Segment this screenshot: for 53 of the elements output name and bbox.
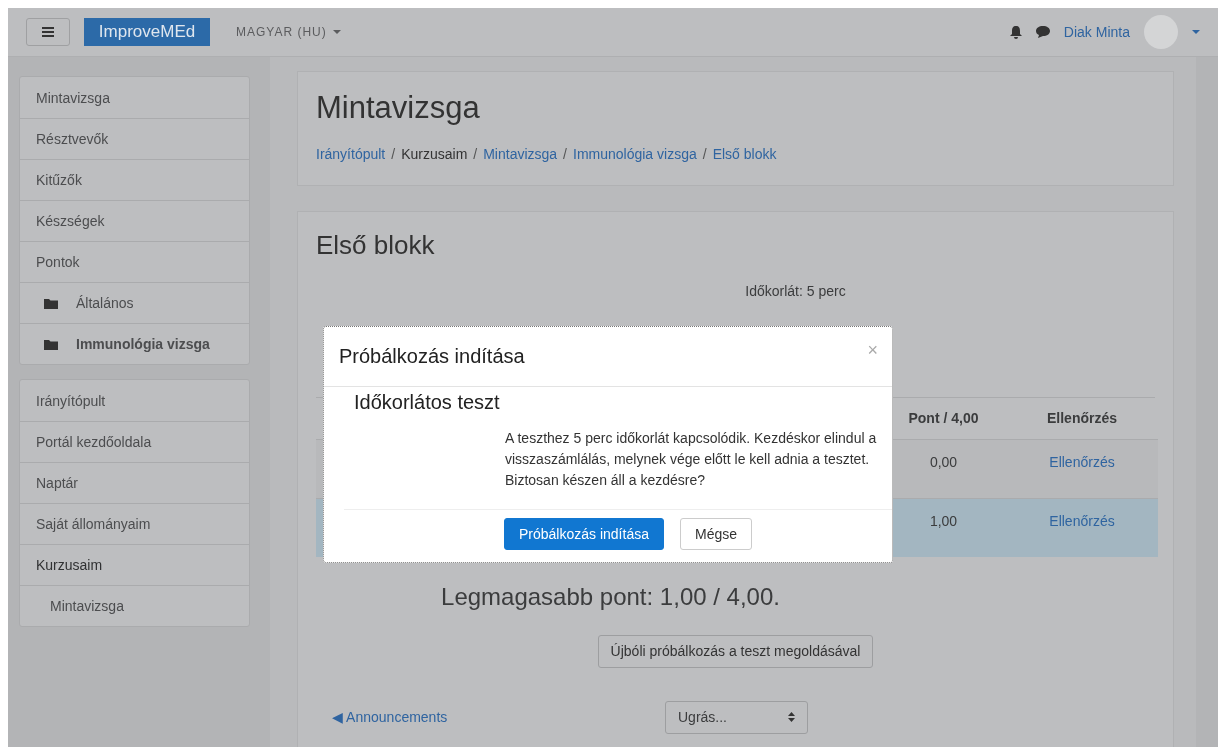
sidebar-item[interactable]: Pontok bbox=[20, 241, 249, 282]
folder-icon bbox=[44, 338, 58, 350]
language-menu[interactable]: MAGYAR (HU) bbox=[236, 25, 341, 39]
breadcrumb-separator: / bbox=[391, 146, 396, 162]
review-link[interactable]: Ellenőrzés bbox=[1006, 497, 1158, 557]
sidebar-item[interactable]: Irányítópult bbox=[20, 380, 249, 421]
column-header: Ellenőrzés bbox=[1046, 409, 1118, 429]
bell-icon[interactable] bbox=[1009, 25, 1022, 39]
menu-icon bbox=[42, 27, 54, 37]
start-button[interactable]: Próbálkozás indítása bbox=[504, 518, 664, 550]
user-name[interactable]: Diak Minta bbox=[1063, 24, 1130, 40]
cancel-button[interactable]: Mégse bbox=[679, 518, 752, 550]
sidebar-item[interactable]: Kitűzők bbox=[20, 159, 249, 200]
folder-icon bbox=[44, 297, 58, 309]
caret-icon[interactable] bbox=[1192, 30, 1200, 34]
sidebar-item[interactable]: Immunológia vizsga bbox=[20, 323, 249, 364]
reattempt-button[interactable]: Újbóli próbálkozás a teszt megoldásával bbox=[597, 634, 874, 668]
quiz-title: Első blokk bbox=[316, 229, 436, 261]
previous-link[interactable]: ◀ Announcements bbox=[332, 709, 665, 726]
jump-select[interactable]: Ugrás... bbox=[665, 700, 808, 734]
brand-logo[interactable]: ImproveMEd bbox=[84, 18, 210, 46]
sort-arrows-icon bbox=[788, 712, 795, 723]
breadcrumb-item[interactable]: Immunológia vizsga bbox=[573, 146, 697, 162]
sidebar-item[interactable]: Portál kezdőoldala bbox=[20, 421, 249, 462]
breadcrumb-separator: / bbox=[473, 146, 478, 162]
sidebar-item[interactable]: Készségek bbox=[20, 200, 249, 241]
modal-title: Próbálkozás indítása bbox=[339, 345, 525, 368]
modal-message: A teszthez 5 perc időkorlát kapcsolódik. Kezdéskor elindul a visszaszámlálás, melynek vége előtt le kell adnia a tesztet. Biztosan készen áll a kezdésre? bbox=[505, 429, 878, 490]
column-header: Pont / 4,00 bbox=[907, 409, 980, 429]
best-grade: Legmagasabb pont: 1,00 / 4,00. bbox=[440, 582, 781, 611]
breadcrumb-item: Kurzusaim bbox=[401, 146, 468, 162]
sidebar-item[interactable]: Mintavizsga bbox=[20, 77, 249, 118]
sidebar-item[interactable]: Résztvevők bbox=[20, 118, 249, 159]
sidebar-item-label: Immunológia vizsga bbox=[76, 336, 210, 352]
page-title: Mintavizsga bbox=[316, 90, 481, 126]
close-button[interactable]: × bbox=[867, 340, 878, 361]
sidebar-item[interactable]: Saját állományaim bbox=[20, 503, 249, 544]
sidebar-item[interactable]: Általános bbox=[20, 282, 249, 323]
breadcrumb-item[interactable]: Első blokk bbox=[712, 146, 777, 162]
breadcrumb-separator: / bbox=[702, 146, 707, 162]
menu-button[interactable] bbox=[26, 18, 70, 46]
info-text: Időkorlát: 5 perc bbox=[744, 282, 847, 299]
sidebar-item-label: Általános bbox=[76, 295, 134, 311]
modal-subtitle: Időkorlátos teszt bbox=[354, 391, 501, 414]
sidebar-item[interactable]: Naptár bbox=[20, 462, 249, 503]
caret-icon bbox=[332, 30, 341, 34]
breadcrumb-item[interactable]: Mintavizsga bbox=[483, 146, 558, 162]
sidebar-item[interactable]: Mintavizsga bbox=[20, 585, 249, 626]
breadcrumb-separator: / bbox=[563, 146, 567, 162]
chat-icon[interactable] bbox=[1035, 26, 1050, 38]
sidebar-item[interactable]: Kurzusaim bbox=[20, 544, 249, 585]
review-link[interactable]: Ellenőrzés bbox=[1006, 438, 1158, 498]
breadcrumb-item[interactable]: Irányítópult bbox=[316, 146, 386, 162]
